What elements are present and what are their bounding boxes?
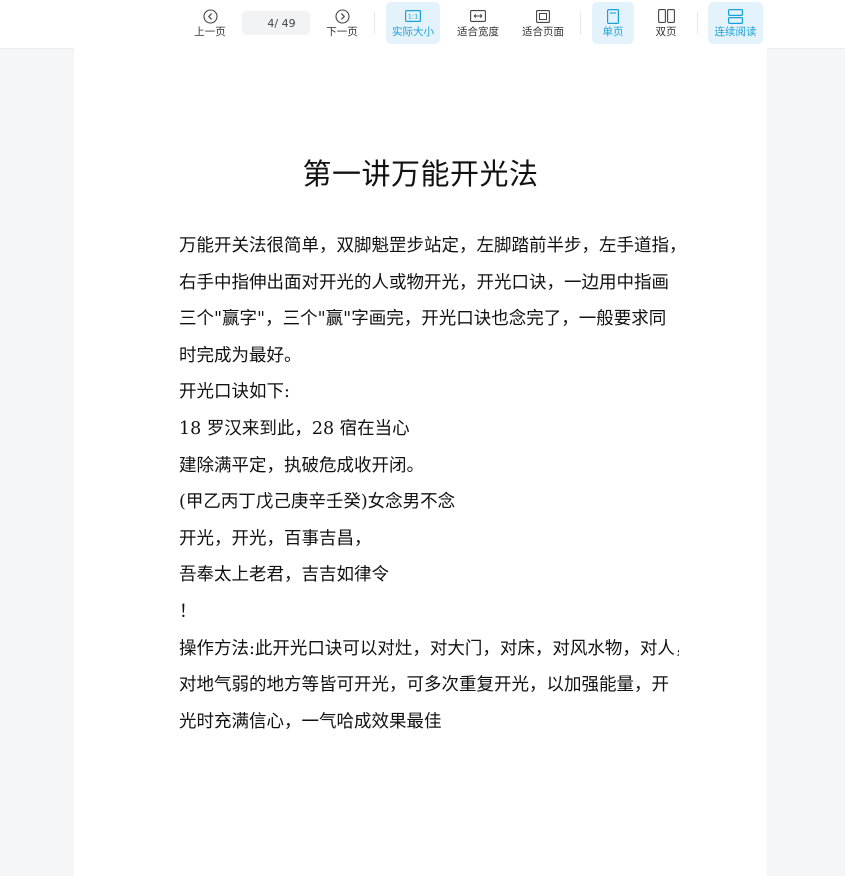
continuous-reading-icon — [727, 8, 745, 24]
text-line: 18 罗汉来到此，28 宿在当心 — [179, 418, 410, 439]
next-page-label: 下一页 — [326, 26, 358, 38]
text-line: 光时充满信心，一气哈成效果最佳 — [179, 711, 442, 732]
prev-page-button[interactable]: 上一页 — [190, 2, 230, 44]
actual-size-icon: 1:1 — [404, 8, 422, 24]
page-title: 第一讲万能开光法 — [302, 157, 539, 191]
text-line: 操作方法:此开光口诀可以对灶，对大门，对床，对风水物，对人， — [179, 638, 679, 659]
document-page: 第一讲万能开光法 万能开关法很简单，双脚魁罡步站定，左脚踏前半步，左手道指， 右… — [74, 48, 767, 876]
total-pages: / 49 — [274, 16, 296, 30]
fit-page-label: 适合页面 — [522, 26, 564, 38]
page-indicator: / 49 — [242, 11, 310, 35]
text-line: ！ — [179, 601, 197, 622]
fit-page-icon — [534, 8, 552, 24]
chevron-right-circle-icon — [333, 8, 351, 24]
single-page-button[interactable]: 单页 — [592, 2, 634, 44]
text-line: 右手中指伸出面对开光的人或物开光，开光口诀，一边用中指画 — [179, 272, 669, 293]
continuous-reading-label: 连续阅读 — [714, 26, 757, 38]
text-line: (甲乙丙丁戊己庚辛壬癸)女念男不念 — [179, 492, 456, 513]
fit-page-button[interactable]: 适合页面 — [516, 2, 570, 44]
single-page-label: 单页 — [602, 26, 624, 38]
text-line: 对地气弱的地方等皆可开光，可多次重复开光，以加强能量，开 — [179, 675, 669, 696]
text-line: 万能开关法很简单，双脚魁罡步站定，左脚踏前半步，左手道指， — [179, 236, 679, 256]
text-line: 开光，开光，百事吉昌， — [179, 528, 372, 549]
text-line: 时完成为最好。 — [179, 345, 302, 366]
double-page-label: 双页 — [655, 26, 677, 38]
toolbar-divider — [697, 12, 698, 34]
actual-size-label: 实际大小 — [392, 26, 434, 38]
single-page-icon — [604, 8, 622, 24]
toolbar: 上一页 / 49 下一页 1:1 实际大小 适合宽度 适合页面 单页 — [0, 0, 845, 48]
svg-text:1:1: 1:1 — [408, 13, 418, 21]
next-page-button[interactable]: 下一页 — [322, 2, 362, 44]
double-page-icon — [657, 8, 675, 24]
text-line: 建除满平定，执破危成收开闭。 — [179, 455, 424, 476]
fit-width-button[interactable]: 适合宽度 — [451, 2, 505, 44]
prev-page-label: 上一页 — [194, 26, 226, 38]
actual-size-button[interactable]: 1:1 实际大小 — [386, 2, 440, 44]
text-line: 开光口诀如下: — [179, 382, 290, 403]
text-line: 吾奉太上老君，吉吉如律令 — [179, 565, 389, 586]
fit-width-icon — [469, 8, 487, 24]
double-page-button[interactable]: 双页 — [645, 2, 687, 44]
page-number-input[interactable] — [256, 16, 275, 30]
chevron-left-circle-icon — [201, 8, 219, 24]
continuous-reading-button[interactable]: 连续阅读 — [708, 2, 763, 44]
document-body: 万能开关法很简单，双脚魁罡步站定，左脚踏前半步，左手道指， 右手中指伸出面对开光… — [179, 228, 679, 740]
fit-width-label: 适合宽度 — [457, 26, 499, 38]
toolbar-divider — [374, 12, 375, 34]
text-line: 三个"赢字"，三个"赢"字画完，开光口诀也念完了，一般要求同 — [179, 309, 667, 330]
toolbar-divider — [580, 12, 581, 34]
